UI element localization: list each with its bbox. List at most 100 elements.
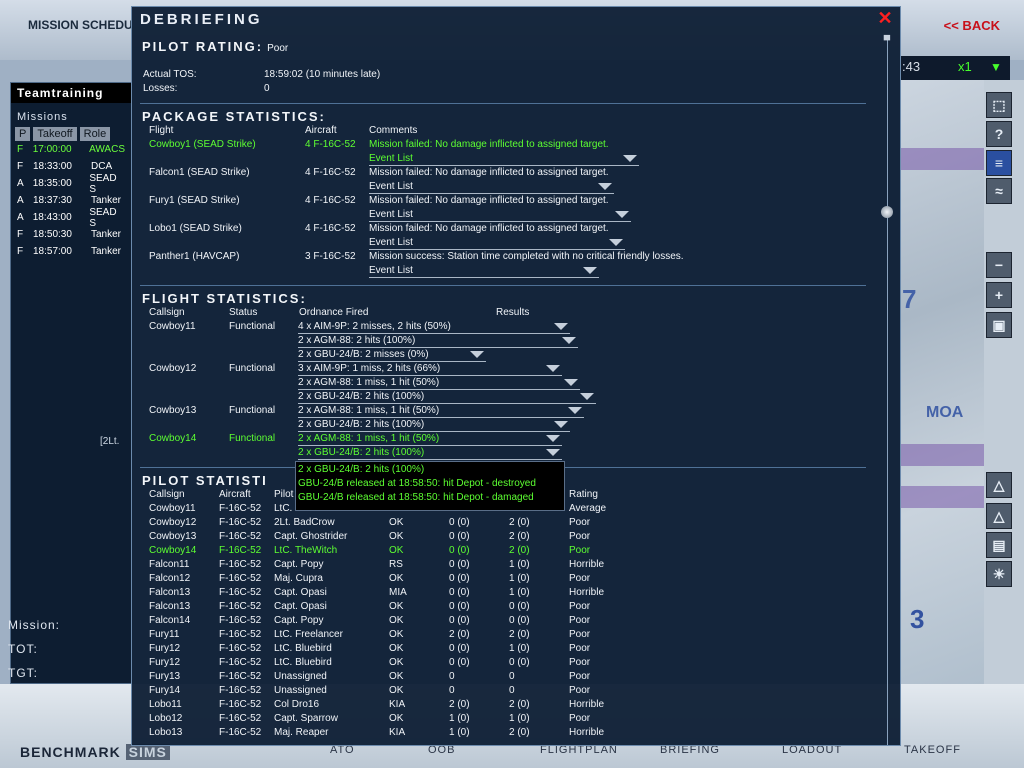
- ordnance-dropdown[interactable]: 2 x AGM-88: 2 hits (100%): [298, 335, 578, 348]
- pilot-row[interactable]: Fury12 F-16C-52 LtC. Bluebird OK 0 (0) 0 (0) P…: [148, 657, 708, 671]
- ordnance-dropdown[interactable]: 4 x AIM-9P: 2 misses, 2 hits (50%): [298, 321, 570, 334]
- threat2-icon[interactable]: △: [986, 503, 1012, 529]
- pilot-row[interactable]: Lobo12 F-16C-52 Capt. Sparrow OK 1 (0) 1 (0) P…: [148, 713, 708, 727]
- chevron-down-icon[interactable]: [554, 421, 568, 428]
- pilot-row[interactable]: Fury14 F-16C-52 Unassigned OK 0 0 Poor: [148, 685, 708, 699]
- flight-callsign[interactable]: Cowboy11: [149, 321, 196, 332]
- mission-list-item[interactable]: A 18:35:00 SEAD S: [11, 173, 131, 195]
- back-button[interactable]: << BACK: [944, 18, 1000, 33]
- ordnance-dropdown[interactable]: 2 x GBU-24/B: 2 misses (0%): [298, 349, 486, 362]
- pilot-row[interactable]: Lobo11 F-16C-52 Col Dro16 KIA 2 (0) 2 (0) Horr…: [148, 699, 708, 713]
- ordnance-dropdown[interactable]: 2 x GBU-24/B: 2 hits (100%): [298, 447, 562, 460]
- help-icon[interactable]: ?: [986, 121, 1012, 147]
- pilot-aircraft: F-16C-52: [219, 671, 262, 682]
- weather-icon[interactable]: ☀: [986, 561, 1012, 587]
- dropdown-value: Event List: [369, 153, 413, 164]
- ordnance-dropdown[interactable]: 2 x AGM-88: 1 miss, 1 hit (50%): [298, 405, 584, 418]
- event-list-dropdown[interactable]: Event List: [369, 237, 625, 250]
- col-role[interactable]: Role: [79, 127, 111, 141]
- chart-icon[interactable]: ▤: [986, 532, 1012, 558]
- event-list-dropdown[interactable]: Event List: [369, 209, 631, 222]
- chevron-down-icon[interactable]: [615, 211, 629, 218]
- threat-icon[interactable]: △: [986, 472, 1012, 498]
- scrollbar-thumb[interactable]: [881, 206, 893, 218]
- chevron-down-icon[interactable]: [546, 365, 560, 372]
- chevron-down-icon[interactable]: [546, 435, 560, 442]
- fit-icon[interactable]: ▣: [986, 312, 1012, 338]
- event-list-dropdown[interactable]: Event List: [369, 181, 614, 194]
- flight-status: Functional: [229, 433, 276, 444]
- pilot-aircraft: F-16C-52: [219, 713, 262, 724]
- flag-icon[interactable]: ≡: [986, 150, 1012, 176]
- chevron-down-icon[interactable]: [546, 449, 560, 456]
- chevron-down-icon[interactable]: [609, 239, 623, 246]
- time-compression[interactable]: x1: [958, 59, 972, 74]
- flight-callsign[interactable]: Cowboy13: [149, 405, 196, 416]
- chevron-down-icon[interactable]: ▼: [990, 60, 1002, 74]
- mission-list-item[interactable]: F 18:50:30 Tanker: [11, 226, 131, 243]
- ordnance-dropdown[interactable]: 2 x AGM-88: 1 miss, 1 hit (50%): [298, 377, 580, 390]
- package-flight[interactable]: Fury1 (SEAD Strike): [149, 195, 240, 206]
- mission-list-item[interactable]: F 17:00:00 AWACS: [11, 141, 131, 158]
- route-icon[interactable]: ≈: [986, 178, 1012, 204]
- pilot-row[interactable]: Fury11 F-16C-52 LtC. Freelancer OK 2 (0) 2 (0…: [148, 629, 708, 643]
- package-flight[interactable]: Cowboy1 (SEAD Strike): [149, 139, 256, 150]
- chevron-down-icon[interactable]: [564, 379, 578, 386]
- pilot-row[interactable]: Cowboy12 F-16C-52 2Lt. BadCrow OK 0 (0) 2 (0)…: [148, 517, 708, 531]
- chevron-down-icon[interactable]: [623, 155, 637, 162]
- chevron-down-icon[interactable]: [554, 323, 568, 330]
- ordnance-dropdown[interactable]: 2 x AGM-88: 1 miss, 1 hit (50%): [298, 433, 562, 446]
- debriefing-window: Debriefing ✕ ▀ Pilot Rating: Poor Actual …: [131, 6, 901, 746]
- chevron-down-icon[interactable]: [580, 393, 594, 400]
- brand-name: BENCHMARK: [20, 744, 121, 760]
- chevron-down-icon[interactable]: [568, 407, 582, 414]
- pilot-row[interactable]: Fury13 F-16C-52 Unassigned OK 0 0 Poor: [148, 671, 708, 685]
- zoom-out-icon[interactable]: −: [986, 252, 1012, 278]
- pilot-row[interactable]: Falcon12 F-16C-52 Maj. Cupra OK 0 (0) 1 (0) Po…: [148, 573, 708, 587]
- flight-callsign[interactable]: Cowboy14: [149, 433, 196, 444]
- chevron-down-icon[interactable]: [562, 337, 576, 344]
- col-takeoff[interactable]: Takeoff: [33, 127, 77, 141]
- pilot-row[interactable]: Cowboy14 F-16C-52 LtC. TheWitch OK 0 (0) 2 (0…: [148, 545, 708, 559]
- ordnance-dropdown[interactable]: 2 x GBU-24/B: 2 hits (100%): [298, 419, 570, 432]
- pilot-row[interactable]: Falcon11 F-16C-52 Capt. Popy RS 0 (0) 1 (0) Ho…: [148, 559, 708, 573]
- package-flight[interactable]: Falcon1 (SEAD Strike): [149, 167, 250, 178]
- cursor-icon[interactable]: ⬚: [986, 92, 1012, 118]
- chevron-down-icon[interactable]: [470, 351, 484, 358]
- ordnance-dropdown[interactable]: 2 x GBU-24/B: 2 hits (100%): [298, 391, 596, 404]
- dropdown-value: 2 x GBU-24/B: 2 hits (100%): [298, 447, 425, 458]
- pilot-rating: Horrible: [569, 587, 605, 598]
- pilot-row[interactable]: Fury12 F-16C-52 LtC. Bluebird OK 0 (0) 1 (0) P…: [148, 643, 708, 657]
- package-flight[interactable]: Panther1 (HAVCAP): [149, 251, 239, 262]
- col-p[interactable]: P: [15, 127, 31, 141]
- chevron-down-icon[interactable]: [598, 183, 612, 190]
- package-flight[interactable]: Lobo1 (SEAD Strike): [149, 223, 242, 234]
- pilot-row[interactable]: Falcon13 F-16C-52 Capt. Opasi MIA 0 (0) 1 (0)…: [148, 587, 708, 601]
- pilot-callsign: Fury11: [149, 629, 180, 640]
- pilot-row[interactable]: Falcon13 F-16C-52 Capt. Opasi OK 0 (0) 0 (0) P…: [148, 601, 708, 615]
- close-icon[interactable]: ✕: [876, 9, 894, 27]
- panel-header: Teamtraining: [11, 83, 131, 103]
- pilot-name: LtC. TheWitch: [274, 545, 338, 556]
- pilot-row[interactable]: Lobo13 F-16C-52 Maj. Reaper KIA 1 (0) 2 (0) Ho…: [148, 727, 708, 741]
- scrollbar-track[interactable]: [887, 37, 888, 745]
- event-list-dropdown[interactable]: Event List: [369, 265, 599, 278]
- mission-list-item[interactable]: A 18:43:00 SEAD S: [11, 207, 131, 229]
- scroll-up-icon[interactable]: ▀: [881, 35, 893, 45]
- chevron-down-icon[interactable]: [583, 267, 597, 274]
- pilot-row[interactable]: Falcon14 F-16C-52 Capt. Popy OK 0 (0) 0 (0) Po…: [148, 615, 708, 629]
- col-callsign: Callsign: [149, 307, 185, 318]
- pilot-callsign: Cowboy14: [149, 545, 197, 556]
- pilot-ag-kills: 0 (0): [509, 657, 530, 668]
- mission-list-item[interactable]: F 18:57:00 Tanker: [11, 243, 131, 260]
- tab-takeoff[interactable]: TAKEOFF: [904, 744, 961, 756]
- dropdown-value: 2 x AGM-88: 1 miss, 1 hit (50%): [298, 405, 440, 416]
- flight-callsign[interactable]: Cowboy12: [149, 363, 196, 374]
- pilot-row[interactable]: Cowboy13 F-16C-52 Capt. Ghostrider OK 0 (0) 2…: [148, 531, 708, 545]
- mission-role: Tanker: [91, 195, 122, 206]
- pilot-ag-kills: 1 (0): [509, 573, 530, 584]
- event-list-dropdown[interactable]: Event List: [369, 153, 639, 166]
- pilot-ag-kills: 1 (0): [509, 643, 530, 654]
- ordnance-dropdown[interactable]: 3 x AIM-9P: 1 miss, 2 hits (66%): [298, 363, 562, 376]
- zoom-in-icon[interactable]: +: [986, 282, 1012, 308]
